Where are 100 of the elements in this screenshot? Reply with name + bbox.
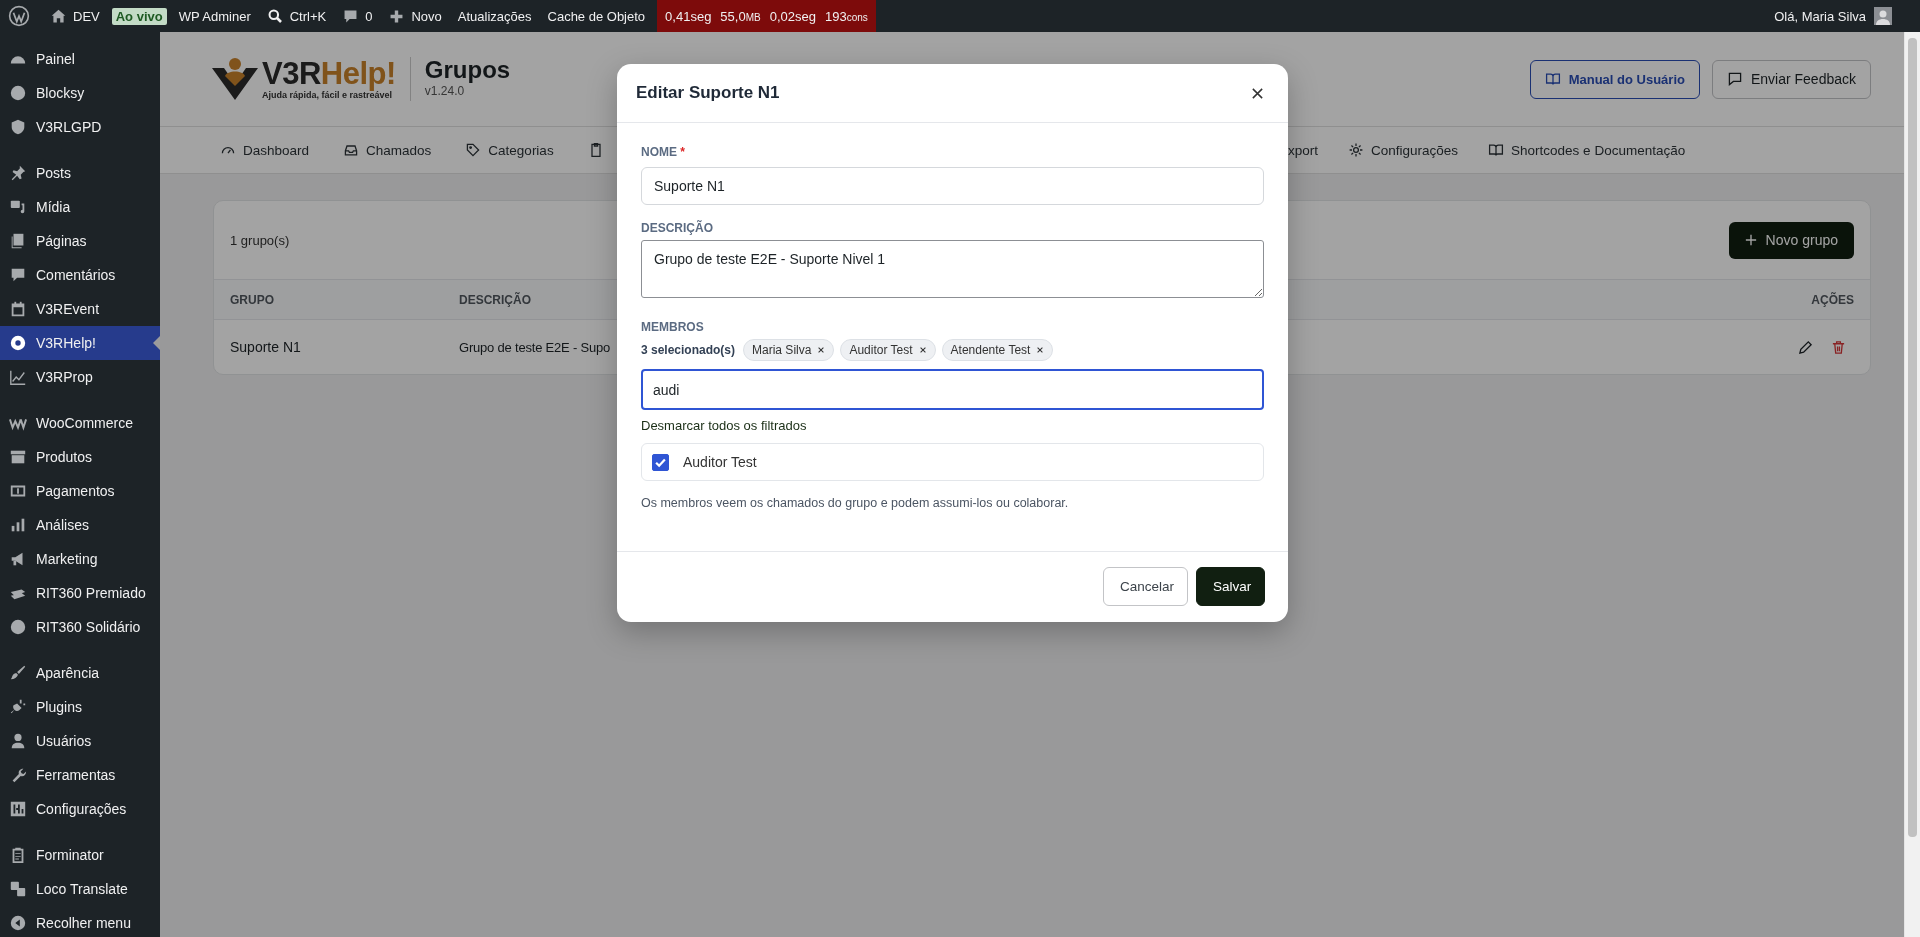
remove-icon[interactable] — [918, 346, 927, 354]
circle-icon — [9, 84, 27, 102]
tag-icon — [465, 142, 482, 158]
sidebar-item[interactable]: V3RLGPD — [0, 110, 160, 144]
field-label: MEMBROS — [641, 320, 705, 335]
manual-button[interactable]: Manual do Usuário — [1529, 59, 1700, 99]
performance-metric: 55,0MB — [720, 8, 761, 24]
circle-icon — [9, 618, 27, 636]
member-chip[interactable]: Auditor Test — [840, 339, 936, 361]
pencil-icon[interactable] — [1798, 339, 1813, 355]
nav-tab[interactable]: Chamados — [343, 142, 432, 158]
trash-icon[interactable] — [1831, 339, 1846, 355]
selected-count: 3 selecionado(s) — [641, 343, 736, 357]
search-icon — [266, 7, 284, 25]
sidebar-item[interactable]: Painel — [0, 42, 160, 76]
sidebar-item[interactable]: Comentários — [0, 258, 160, 292]
sidebar-item[interactable]: Plugins — [0, 690, 160, 724]
calendar-icon — [9, 300, 27, 318]
line-chart-icon — [9, 368, 27, 386]
performance-panel[interactable]: 0,41seg 55,0MB 0,02seg 193cons — [657, 0, 876, 32]
cancel-button[interactable]: Cancelar — [1103, 567, 1188, 606]
wordpress-icon[interactable] — [8, 5, 30, 27]
help-text: Os membros veem os chamados do grupo e podem assumi-los ou colaborar. — [641, 495, 1070, 511]
sidebar-item[interactable]: WooCommerce — [0, 406, 160, 440]
sidebar-item[interactable]: V3REvent — [0, 292, 160, 326]
media-icon — [9, 198, 27, 216]
sidebar-item[interactable]: Produtos — [0, 440, 160, 474]
live-badge: Ao vivo — [111, 7, 167, 25]
member-chip[interactable]: Atendente Test — [941, 339, 1054, 361]
group-count: 1 grupo(s) — [230, 232, 290, 248]
pin-icon — [9, 164, 27, 182]
sidebar-item[interactable]: Blocksy — [0, 76, 160, 110]
greeting[interactable]: Olá, Maria Silva — [1774, 8, 1866, 24]
admin-bar-item[interactable]: Ctrl+K — [258, 7, 335, 25]
sidebar-item[interactable]: V3RProp — [0, 360, 160, 394]
admin-bar-item[interactable]: Atualizações — [449, 8, 540, 24]
name-input[interactable]: Suporte N1 — [641, 167, 1264, 205]
admin-bar-item[interactable]: Novo — [380, 7, 450, 25]
admin-bar-item[interactable]: 0 — [334, 7, 381, 25]
version-label: v1.24.0 — [424, 84, 466, 98]
sidebar-item[interactable]: V3RHelp! — [0, 326, 160, 360]
field-label: DESCRIÇÃO — [641, 221, 714, 236]
sidebar-item[interactable]: Páginas — [0, 224, 160, 258]
book-icon — [1544, 71, 1561, 87]
member-chip[interactable]: Maria Silva — [743, 339, 835, 361]
user-icon — [9, 732, 27, 750]
home-icon — [50, 7, 67, 25]
member-option[interactable]: Auditor Test — [652, 453, 757, 471]
admin-bar-item[interactable]: Cache de Objeto — [539, 8, 654, 24]
sidebar-item[interactable]: Aparência — [0, 656, 160, 690]
sidebar-item[interactable]: Configurações — [0, 792, 160, 826]
nav-tab[interactable]: Configurações — [1348, 142, 1459, 158]
admin-bar-item[interactable]: WP Adminer — [170, 8, 259, 24]
nav-tab[interactable]: xport — [1288, 142, 1318, 158]
performance-metric: 193cons — [824, 8, 868, 24]
nav-tab[interactable]: Categorias — [465, 142, 554, 158]
remove-icon[interactable] — [1036, 346, 1045, 354]
site-link[interactable]: DEV — [42, 7, 108, 25]
sidebar-item[interactable]: Análises — [0, 508, 160, 542]
nav-tab[interactable]: Shortcodes e Documentação — [1488, 142, 1686, 158]
save-button[interactable]: Salvar — [1196, 567, 1265, 606]
nav-tab[interactable]: Dashboard — [220, 142, 310, 158]
sidebar-item[interactable]: Mídia — [0, 190, 160, 224]
scrollbar[interactable] — [1904, 32, 1920, 937]
feedback-button[interactable]: Enviar Feedback — [1711, 59, 1871, 99]
sidebar-item[interactable]: RIT360 Solidário — [0, 610, 160, 644]
sidebar-item[interactable]: Forminator — [0, 838, 160, 872]
sidebar-item[interactable]: Pagamentos — [0, 474, 160, 508]
sidebar-item[interactable]: Recolher menu — [0, 906, 160, 937]
remove-icon[interactable] — [817, 346, 826, 354]
clear-filtered-link[interactable]: Desmarcar todos os filtrados — [641, 418, 1264, 434]
sidebar-item[interactable]: Marketing — [0, 542, 160, 576]
collapse-icon — [9, 914, 27, 932]
close-icon[interactable] — [1251, 86, 1264, 100]
dialog-title: Editar Suporte N1 — [636, 83, 780, 103]
sidebar-item[interactable]: Loco Translate — [0, 872, 160, 906]
column-header: AÇÕES — [1811, 292, 1854, 307]
logo-tagline: Ajuda rápida, fácil e rastreável — [262, 90, 393, 100]
description-textarea[interactable]: Grupo de teste E2E - Suporte Nivel 1 — [641, 240, 1264, 298]
checkbox[interactable] — [652, 453, 669, 471]
column-header: GRUPO — [230, 292, 275, 307]
inbox-icon — [343, 142, 360, 158]
performance-metric: 0,02seg — [769, 8, 816, 24]
brush-icon — [9, 664, 27, 682]
sidebar-item[interactable]: RIT360 Premiado — [0, 576, 160, 610]
sidebar-item[interactable]: Usuários — [0, 724, 160, 758]
shield-icon — [9, 118, 27, 136]
plug-icon — [9, 698, 27, 716]
table-cell-text: Suporte N1 — [230, 339, 302, 355]
plus-icon — [1744, 234, 1757, 246]
sidebar-item[interactable]: Ferramentas — [0, 758, 160, 792]
performance-metric: 0,41seg — [665, 8, 712, 24]
book-icon — [1488, 142, 1505, 158]
page-title: Grupos — [424, 56, 511, 84]
new-group-button[interactable]: Novo grupo — [1728, 221, 1854, 259]
sliders-icon — [9, 800, 27, 818]
column-header: DESCRIÇÃO — [459, 292, 531, 307]
member-search-field[interactable]: audi — [641, 369, 1264, 410]
sidebar-item[interactable]: Posts — [0, 156, 160, 190]
message-icon — [1726, 71, 1743, 87]
